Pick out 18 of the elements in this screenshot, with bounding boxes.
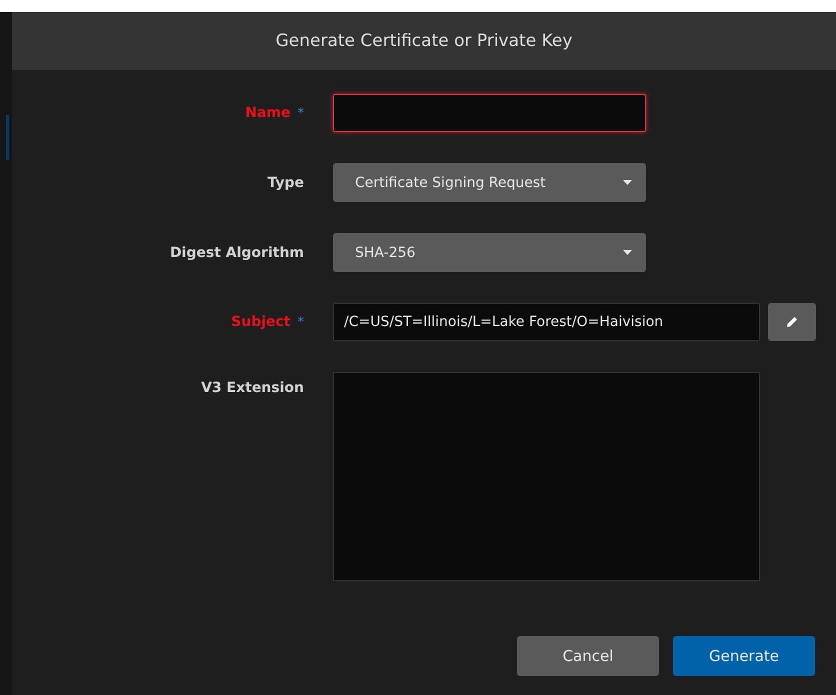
extension-field[interactable]	[333, 372, 760, 581]
edit-button[interactable]	[768, 303, 816, 341]
field-label: Name *	[245, 105, 304, 121]
caret-icon	[623, 180, 632, 185]
field-label: V3 Extension	[201, 380, 304, 396]
side-marker	[6, 115, 9, 160]
dialog-title: Generate Certificate or Private Key	[12, 12, 836, 70]
field-label: Type	[267, 174, 304, 190]
field-label: Digest Algorithm	[170, 244, 304, 260]
primary-button[interactable]: Generate	[673, 636, 815, 676]
dropdown[interactable]: SHA-256	[333, 233, 646, 272]
pencil-icon	[786, 316, 798, 328]
field-label: Subject *	[231, 314, 304, 330]
subject-field[interactable]: /C=US/ST=Illinois/L=Lake Forest/O=Haivision	[333, 303, 760, 341]
cancel-button[interactable]: Cancel	[517, 636, 659, 676]
dropdown[interactable]: Certificate Signing Request	[333, 163, 646, 202]
caret-icon	[623, 250, 632, 255]
name-field[interactable]	[333, 94, 646, 132]
